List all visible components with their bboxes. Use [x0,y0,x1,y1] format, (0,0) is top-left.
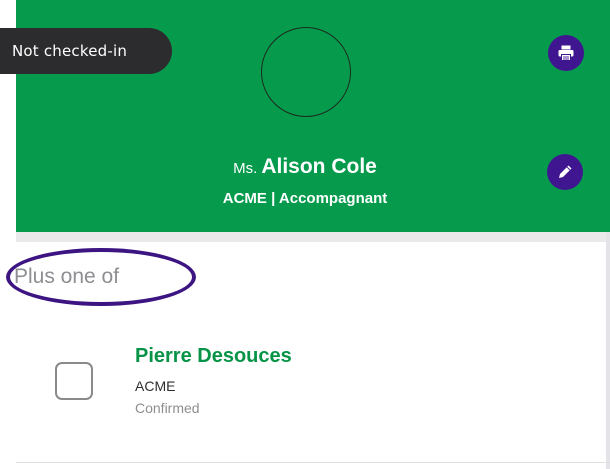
highlight-annotation-ring [6,248,196,306]
printer-icon [558,45,574,61]
attendee-name-line: Ms. Alison Cole [0,155,610,179]
checkin-status-badge[interactable]: Not checked-in [0,28,172,74]
edit-attendee-button[interactable] [547,154,583,190]
guest-status: Confirmed [135,400,200,416]
pencil-icon [559,165,572,178]
list-bottom-divider [16,462,610,463]
guest-name[interactable]: Pierre Desouces [135,345,292,368]
attendee-company-role: ACME | Accompagnant [222,190,388,207]
attendee-title: Ms. [233,160,258,177]
guest-checkin-checkbox[interactable] [55,362,93,400]
guest-company: ACME [135,378,176,394]
attendee-name: Alison Cole [261,155,377,178]
avatar[interactable] [261,27,351,117]
print-badge-button[interactable] [548,35,584,71]
right-edge-strip [606,232,610,469]
section-divider [16,232,610,242]
